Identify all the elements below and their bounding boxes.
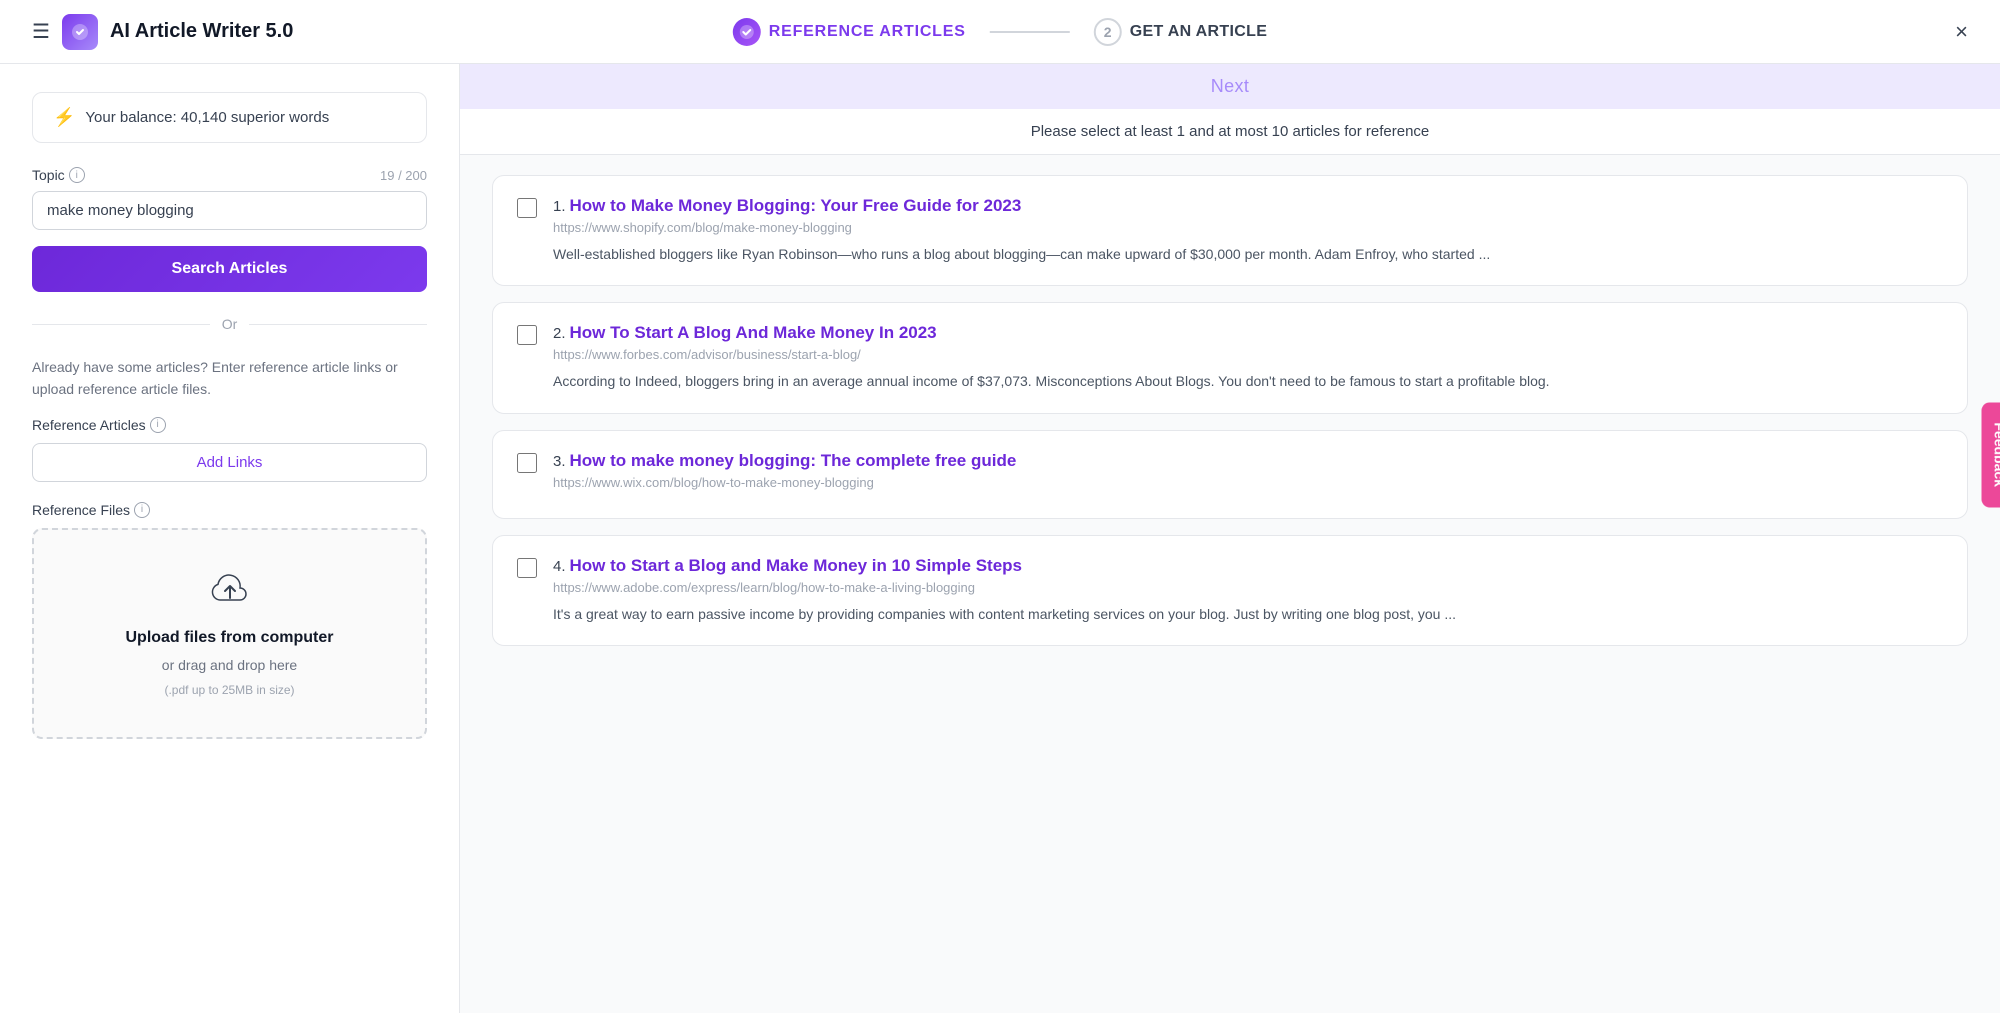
step1-label: REFERENCE ARTICLES: [769, 23, 966, 41]
header-left: ☰ AI Article Writer 5.0: [32, 14, 293, 50]
search-articles-button[interactable]: Search Articles: [32, 246, 427, 292]
article-4-title-line: 4.How to Start a Blog and Make Money in …: [553, 556, 1943, 576]
step-1: REFERENCE ARTICLES: [733, 18, 966, 46]
menu-icon[interactable]: ☰: [32, 19, 50, 44]
topic-info-icon[interactable]: i: [69, 167, 85, 183]
ref-files-label: Reference Files i: [32, 502, 427, 518]
balance-text: Your balance: 40,140 superior words: [85, 109, 329, 126]
ref-articles-label: Reference Articles i: [32, 417, 427, 433]
article-1-url: https://www.shopify.com/blog/make-money-…: [553, 220, 1943, 235]
article-2-url: https://www.forbes.com/advisor/business/…: [553, 347, 1943, 362]
logo-icon: [62, 14, 98, 50]
app-title: AI Article Writer 5.0: [110, 20, 293, 43]
step-divider: [990, 31, 1070, 33]
right-panel: Next Please select at least 1 and at mos…: [460, 64, 2000, 1013]
article-4-checkbox[interactable]: [517, 558, 537, 578]
article-1-title-line: 1.How to Make Money Blogging: Your Free …: [553, 196, 1943, 216]
upload-box[interactable]: Upload files from computer or drag and d…: [32, 528, 427, 739]
article-2-desc: According to Indeed, bloggers bring in a…: [553, 370, 1943, 392]
article-2-title-line: 2.How To Start A Blog And Make Money In …: [553, 323, 1943, 343]
article-card: 4.How to Start a Blog and Make Money in …: [492, 535, 1968, 646]
or-divider: Or: [32, 316, 427, 332]
article-3-title[interactable]: How to make money blogging: The complete…: [570, 451, 1017, 470]
close-icon[interactable]: ×: [1955, 19, 1968, 44]
article-3-num: 3.: [553, 453, 566, 470]
next-button[interactable]: Next: [1211, 76, 1249, 97]
upload-description: Already have some articles? Enter refere…: [32, 356, 427, 401]
article-1-title[interactable]: How to Make Money Blogging: Your Free Gu…: [570, 196, 1022, 215]
ref-articles-info-icon[interactable]: i: [150, 417, 166, 433]
article-1-checkbox[interactable]: [517, 198, 537, 218]
topic-label: Topic i: [32, 167, 85, 183]
balance-box: ⚡ Your balance: 40,140 superior words: [32, 92, 427, 143]
sidebar: ⚡ Your balance: 40,140 superior words To…: [0, 64, 460, 1013]
article-1-content: 1.How to Make Money Blogging: Your Free …: [553, 196, 1943, 265]
header-right: ×: [1955, 19, 1968, 45]
article-card: 3.How to make money blogging: The comple…: [492, 430, 1968, 519]
articles-list: 1.How to Make Money Blogging: Your Free …: [460, 155, 2000, 1013]
article-1-desc: Well-established bloggers like Ryan Robi…: [553, 243, 1943, 265]
article-3-title-line: 3.How to make money blogging: The comple…: [553, 451, 1943, 471]
article-4-title[interactable]: How to Start a Blog and Make Money in 10…: [570, 556, 1022, 575]
article-3-url: https://www.wix.com/blog/how-to-make-mon…: [553, 475, 1943, 490]
article-2-checkbox[interactable]: [517, 325, 537, 345]
next-bar: Next: [460, 64, 2000, 109]
upload-title: Upload files from computer: [125, 629, 333, 647]
main-layout: ⚡ Your balance: 40,140 superior words To…: [0, 64, 2000, 1013]
upload-hint: (.pdf up to 25MB in size): [164, 683, 294, 697]
feedback-tab[interactable]: Feedback: [1982, 402, 2000, 507]
article-card: 2.How To Start A Blog And Make Money In …: [492, 302, 1968, 413]
step2-num: 2: [1094, 18, 1122, 46]
topic-input[interactable]: [32, 191, 427, 230]
header-steps: REFERENCE ARTICLES 2 GET AN ARTICLE: [733, 18, 1267, 46]
article-2-num: 2.: [553, 325, 566, 342]
article-2-title[interactable]: How To Start A Blog And Make Money In 20…: [570, 323, 937, 342]
lightning-icon: ⚡: [53, 107, 75, 128]
header: ☰ AI Article Writer 5.0 REFERENCE ARTICL…: [0, 0, 2000, 64]
topic-char-count: 19 / 200: [380, 168, 427, 183]
article-4-url: https://www.adobe.com/express/learn/blog…: [553, 580, 1943, 595]
ref-files-info-icon[interactable]: i: [134, 502, 150, 518]
article-2-content: 2.How To Start A Blog And Make Money In …: [553, 323, 1943, 392]
article-card: 1.How to Make Money Blogging: Your Free …: [492, 175, 1968, 286]
topic-field-header: Topic i 19 / 200: [32, 167, 427, 183]
step-2: 2 GET AN ARTICLE: [1094, 18, 1268, 46]
step1-icon: [733, 18, 761, 46]
upload-cloud-icon: [210, 570, 250, 619]
article-1-num: 1.: [553, 198, 566, 215]
article-4-num: 4.: [553, 558, 566, 575]
article-3-checkbox[interactable]: [517, 453, 537, 473]
article-4-content: 4.How to Start a Blog and Make Money in …: [553, 556, 1943, 625]
upload-sub: or drag and drop here: [162, 657, 297, 673]
instruction-text: Please select at least 1 and at most 10 …: [460, 109, 2000, 155]
add-links-button[interactable]: Add Links: [32, 443, 427, 482]
article-4-desc: It's a great way to earn passive income …: [553, 603, 1943, 625]
step2-label: GET AN ARTICLE: [1130, 23, 1268, 41]
article-3-content: 3.How to make money blogging: The comple…: [553, 451, 1943, 498]
